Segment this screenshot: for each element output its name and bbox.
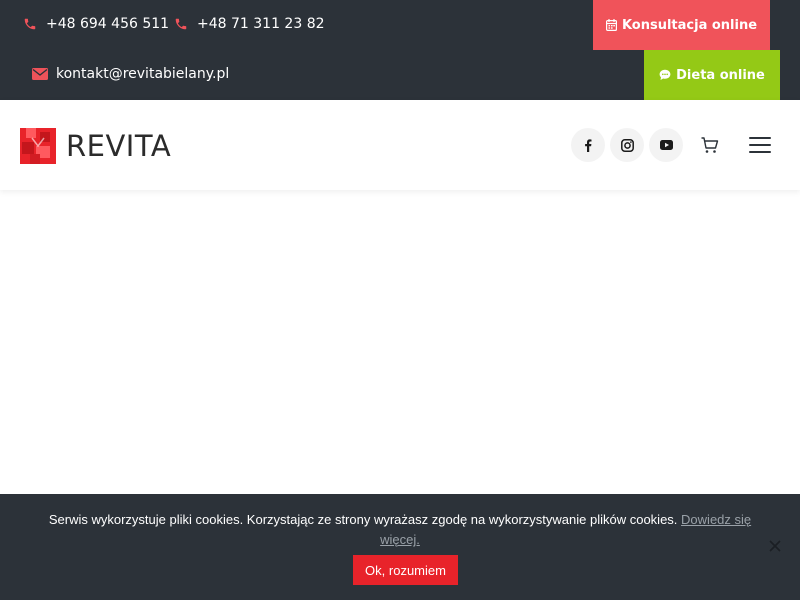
cookie-close-button[interactable]	[768, 539, 782, 553]
cookie-banner: Serwis wykorzystuje pliki cookies. Korzy…	[0, 494, 800, 600]
phone-contact-1[interactable]: +48 694 456 511	[22, 16, 169, 32]
cookie-accept-button[interactable]: Ok, rozumiem	[353, 555, 458, 585]
instagram-icon	[620, 138, 634, 152]
envelope-icon	[32, 66, 48, 82]
cookie-notice-text: Serwis wykorzystuje pliki cookies. Korzy…	[30, 510, 770, 550]
logo-text: REVITA	[66, 129, 172, 163]
cookie-message: Serwis wykorzystuje pliki cookies. Korzy…	[48, 512, 678, 527]
phone-icon	[173, 16, 189, 32]
phone-contact-2[interactable]: +48 71 311 23 82	[173, 16, 325, 32]
diet-online-button[interactable]: Dieta online	[644, 50, 780, 100]
phone-number-1: +48 694 456 511	[46, 16, 170, 32]
phone-icon	[22, 16, 38, 32]
phone-number-2: +48 71 311 23 82	[197, 16, 325, 32]
cart-icon	[701, 137, 719, 153]
youtube-link[interactable]	[649, 128, 683, 162]
hamburger-menu-icon	[749, 137, 771, 139]
calendar-icon	[605, 19, 617, 31]
email-contact[interactable]: kontakt@revitabielany.pl	[32, 66, 229, 82]
close-icon	[769, 540, 781, 552]
diet-online-label: Dieta online	[676, 67, 765, 83]
top-bar: +48 694 456 511 +48 71 311 23 82 kontakt…	[0, 0, 800, 100]
revita-logo[interactable]: REVITA	[20, 128, 171, 164]
consultation-online-button[interactable]: Konsultacja online	[593, 0, 770, 50]
instagram-link[interactable]	[610, 128, 644, 162]
facebook-link[interactable]	[571, 128, 605, 162]
email-address: kontakt@revitabielany.pl	[56, 66, 230, 82]
chat-icon	[659, 69, 671, 81]
main-header: REVITA	[0, 100, 800, 190]
facebook-icon	[585, 138, 592, 152]
consultation-online-label: Konsultacja online	[621, 17, 758, 33]
hamburger-menu-button[interactable]	[749, 137, 771, 153]
revita-logo-mark	[20, 128, 56, 164]
youtube-icon	[659, 140, 673, 150]
cart-button[interactable]	[700, 135, 720, 155]
